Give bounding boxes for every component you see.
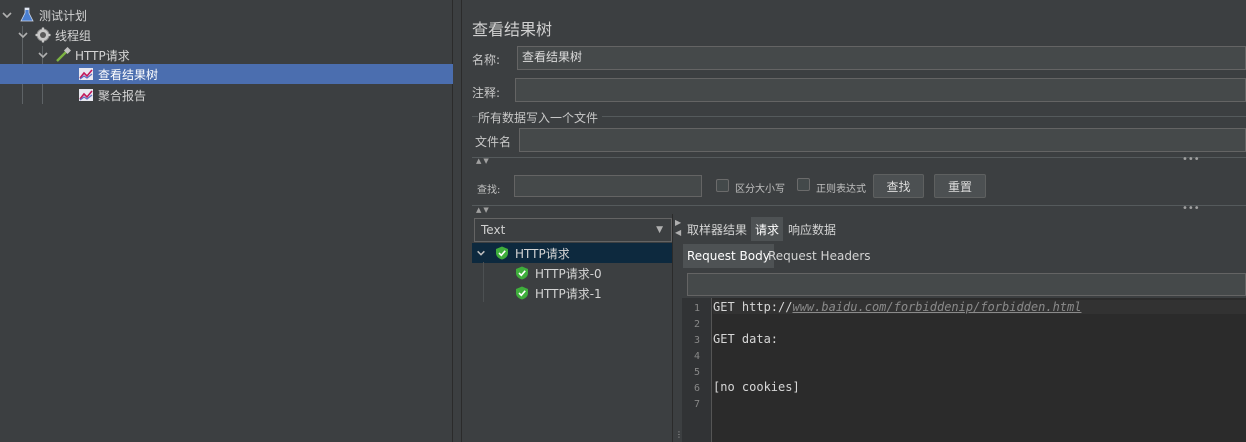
- case-sensitive-label: 区分大小写: [735, 184, 785, 195]
- drag-handle-icon[interactable]: •••: [1182, 203, 1200, 214]
- tree-item-http-request[interactable]: HTTP请求: [0, 45, 453, 65]
- pipette-icon: [56, 47, 71, 62]
- result-item-label: HTTP请求-0: [535, 266, 602, 281]
- code-search-input[interactable]: [687, 273, 1246, 296]
- name-input[interactable]: 查看结果树: [517, 46, 1246, 70]
- comment-label: 注释:: [472, 86, 501, 100]
- collapse-arrows[interactable]: ▲▼: [476, 206, 491, 214]
- chevron-down-icon[interactable]: [37, 49, 49, 61]
- success-shield-icon: [496, 246, 508, 260]
- code-text: GET http://: [713, 300, 793, 314]
- tree-item-test-plan[interactable]: 测试计划: [0, 5, 453, 25]
- line-number: 1: [693, 303, 700, 314]
- drag-handle-icon[interactable]: •••: [1182, 154, 1200, 165]
- case-sensitive-checkbox[interactable]: [716, 179, 729, 192]
- chart-icon: [79, 89, 93, 101]
- tab-request[interactable]: 请求: [751, 217, 784, 241]
- line-number: 4: [693, 351, 700, 362]
- code-line-1: GET http://www.baidu.com/forbiddenip/for…: [713, 300, 1246, 314]
- results-divider: [672, 214, 673, 442]
- tree-item-label: 线程组: [55, 28, 92, 43]
- success-shield-icon: [516, 286, 528, 300]
- tree-item-aggregate-report[interactable]: 聚合报告: [0, 85, 453, 105]
- gear-icon: [35, 27, 51, 43]
- result-item-label: HTTP请求-1: [535, 286, 602, 301]
- result-item-label: HTTP请求: [515, 246, 570, 261]
- line-number: 6: [693, 383, 700, 394]
- file-group-label: 所有数据写入一个文件: [478, 111, 599, 125]
- tab-request-body[interactable]: Request Body: [683, 244, 774, 268]
- code-line-6: [no cookies]: [713, 380, 800, 394]
- search-input[interactable]: [514, 175, 702, 197]
- tree-guide-line: [483, 262, 484, 302]
- chart-icon: [79, 68, 93, 80]
- tab-sampler-result[interactable]: 取样器结果: [683, 217, 751, 241]
- divider: [472, 157, 1246, 158]
- success-shield-icon: [516, 266, 528, 280]
- renderer-select[interactable]: Text ▼: [474, 218, 672, 242]
- comment-input[interactable]: [515, 78, 1246, 102]
- chevron-down-icon[interactable]: [17, 29, 29, 41]
- collapse-arrows[interactable]: ▲▼: [476, 157, 491, 165]
- page-title: 查看结果树: [472, 20, 553, 39]
- tree-item-label: HTTP请求: [75, 48, 130, 63]
- code-line-3: GET data:: [713, 332, 779, 346]
- find-button[interactable]: 查找: [873, 174, 924, 198]
- search-label: 查找:: [477, 185, 501, 196]
- line-number: 5: [693, 367, 700, 378]
- regex-checkbox[interactable]: [797, 178, 810, 191]
- tree-item-label: 测试计划: [39, 8, 88, 23]
- regex-label: 正则表达式: [816, 184, 866, 195]
- tree-item-label: 聚合报告: [98, 88, 147, 103]
- group-border: [602, 116, 1246, 117]
- result-item-http-request[interactable]: HTTP请求: [476, 243, 570, 263]
- split-pane-divider[interactable]: [453, 0, 462, 442]
- tree-item-label: 查看结果树: [98, 67, 159, 82]
- tree-item-thread-group[interactable]: 线程组: [0, 25, 453, 45]
- tab-response-data[interactable]: 响应数据: [784, 217, 840, 241]
- line-number-gutter: 1 2 3 4 5 6 7: [682, 298, 712, 442]
- reset-button[interactable]: 重置: [934, 174, 986, 198]
- tree-item-view-results-tree[interactable]: 查看结果树: [0, 64, 453, 84]
- result-item-http-request-0[interactable]: HTTP请求-0: [515, 263, 602, 283]
- divider: [472, 205, 1246, 206]
- test-plan-tree[interactable]: 测试计划 线程组 HTTP请求 查看结果树 聚合报告: [0, 0, 453, 442]
- renderer-select-value: Text: [481, 223, 506, 237]
- chevron-down-icon[interactable]: [476, 248, 486, 258]
- filename-input[interactable]: [519, 128, 1246, 152]
- chevron-down-icon: ▼: [656, 225, 663, 235]
- tab-request-headers[interactable]: Request Headers: [764, 244, 875, 268]
- name-label: 名称:: [472, 53, 501, 67]
- line-number: 3: [693, 335, 700, 346]
- expand-arrows[interactable]: ▶ ◀: [675, 218, 681, 238]
- request-body-editor[interactable]: 1 2 3 4 5 6 7 GET http://www.baidu.com/f…: [682, 298, 1246, 442]
- url-link[interactable]: www.baidu.com/forbiddenip/forbidden.html: [792, 300, 1081, 314]
- chevron-down-icon[interactable]: [1, 9, 13, 21]
- flask-icon: [20, 7, 34, 22]
- line-number: 7: [693, 399, 700, 410]
- filename-label: 文件名: [475, 135, 512, 149]
- view-results-tree-panel: 查看结果树 名称: 查看结果树 注释: 所有数据写入一个文件 文件名 ▲▼ ••…: [462, 0, 1246, 442]
- result-item-http-request-1[interactable]: HTTP请求-1: [515, 283, 602, 303]
- line-number: 2: [693, 319, 700, 330]
